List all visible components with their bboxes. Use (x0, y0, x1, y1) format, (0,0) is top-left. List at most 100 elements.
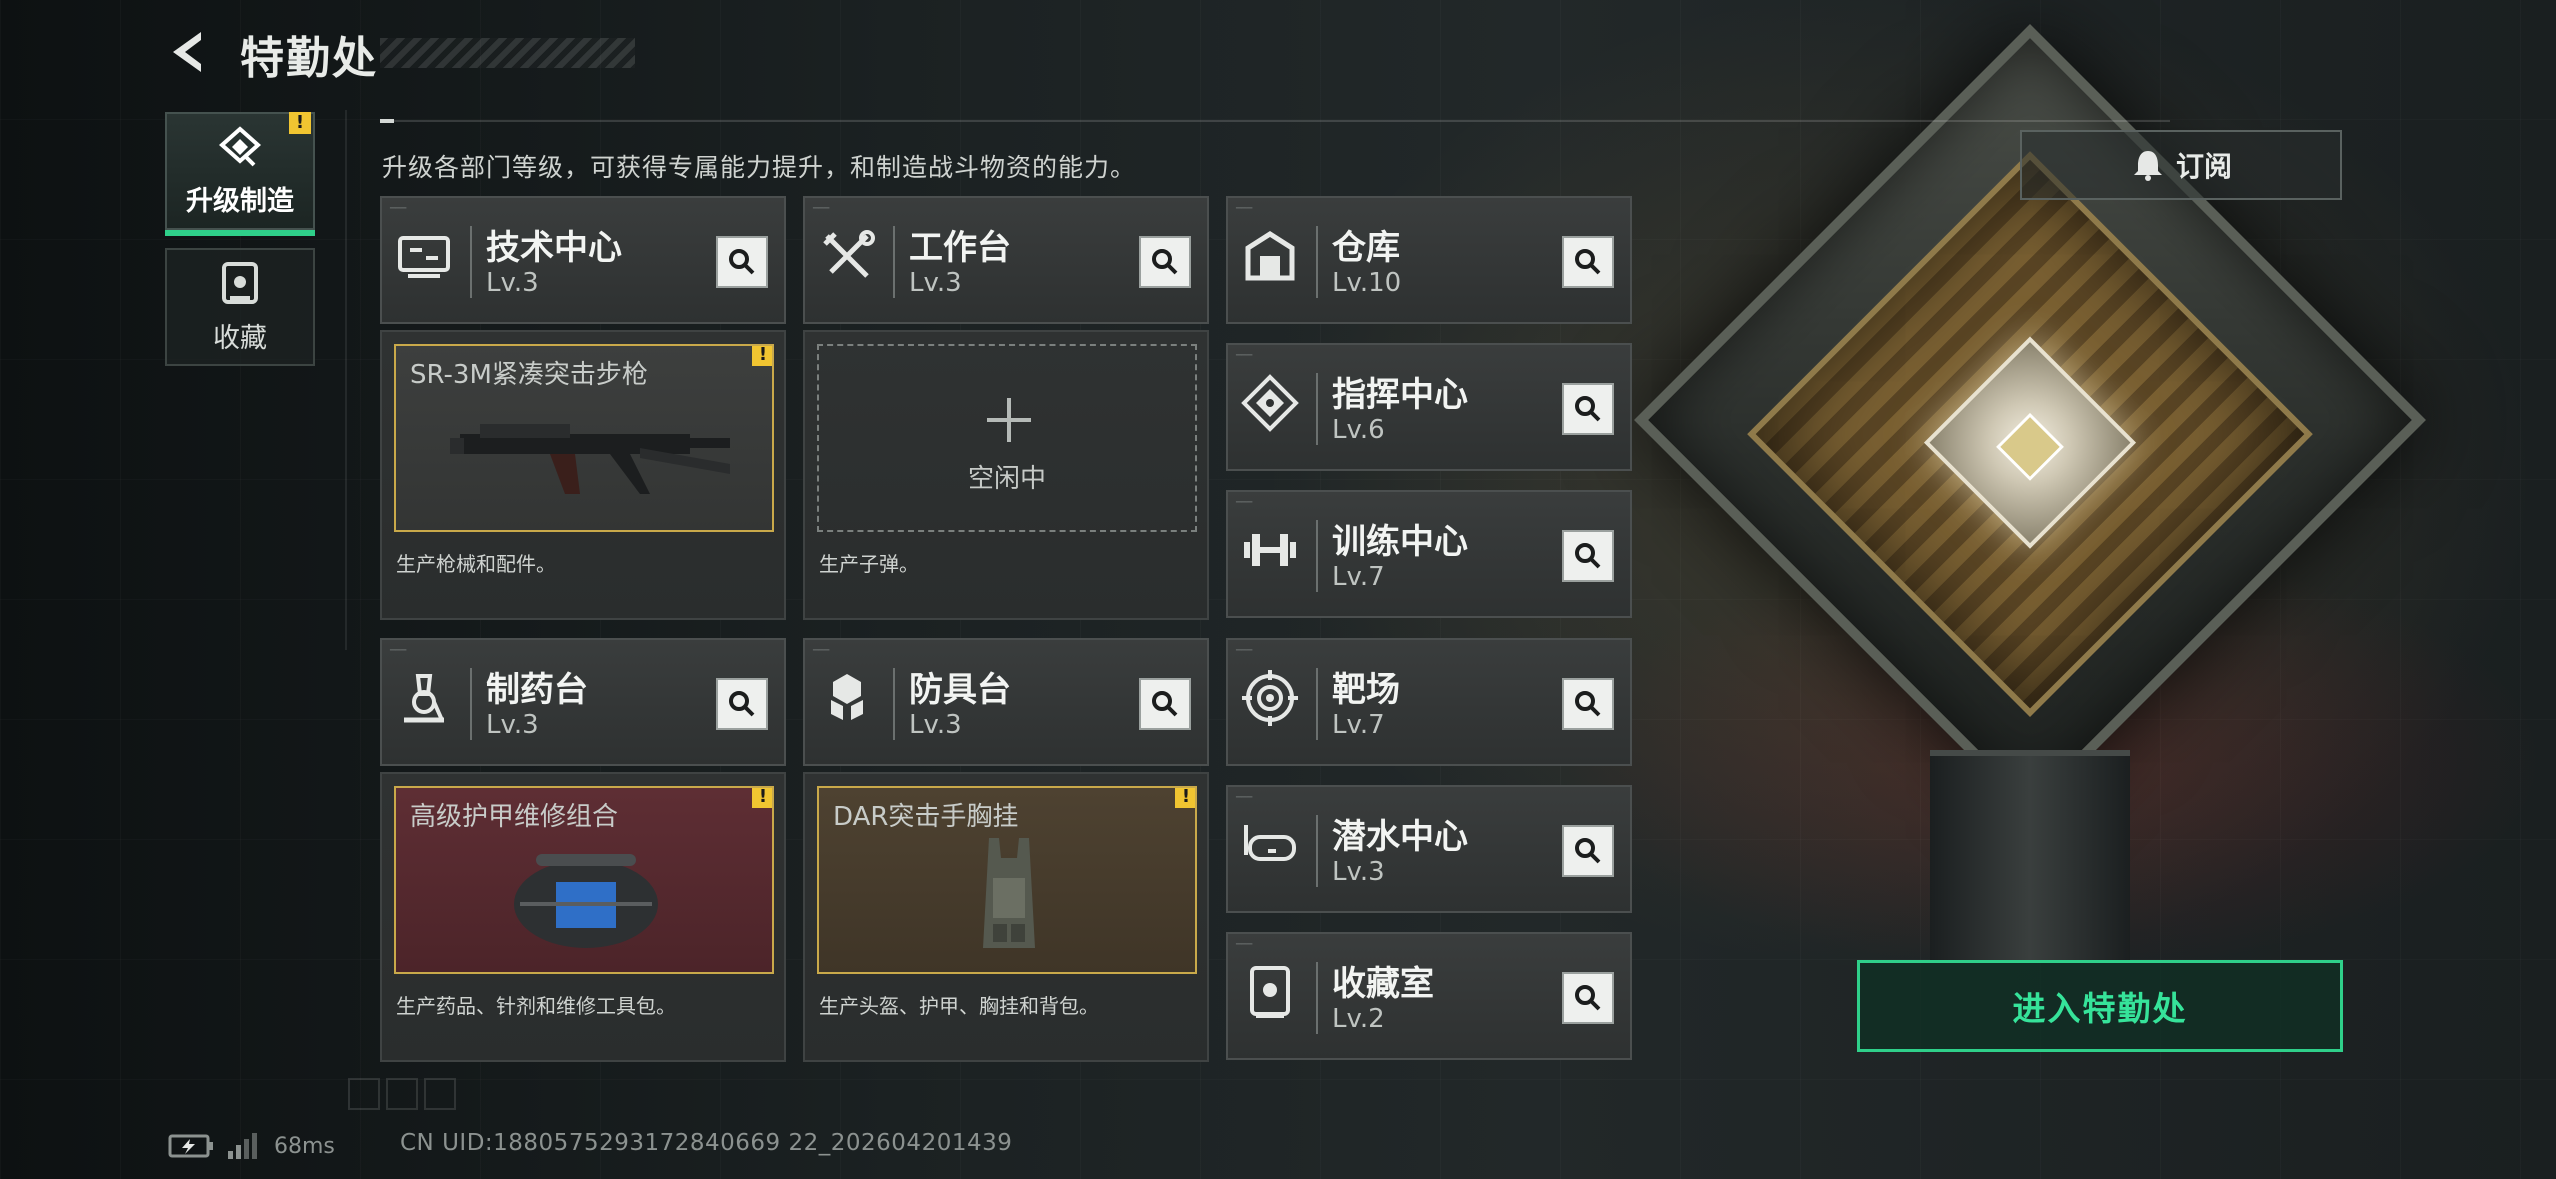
station-card-training-center[interactable]: ─── 训练中心 Lv.7 (1226, 490, 1632, 618)
title-decoration (380, 38, 635, 68)
collection-room-icon (1250, 966, 1290, 1018)
slot-item-name: 高级护甲维修组合 (410, 802, 619, 832)
search-icon (729, 249, 755, 275)
nav-item-upgrade-craft[interactable]: ! 升级制造 (165, 112, 315, 236)
station-name: 防具台 (909, 670, 1011, 710)
station-card-workbench[interactable]: ─── 工作台 Lv.3 (803, 196, 1209, 324)
magnifier-button[interactable] (1562, 972, 1614, 1024)
search-icon (1575, 838, 1601, 864)
subscribe-label: 订阅 (2175, 150, 2232, 183)
magnifier-button[interactable] (1139, 236, 1191, 288)
command-center-icon (1241, 374, 1299, 432)
page-description: 升级各部门等级，可获得专属能力提升，和制造战斗物资的能力。 (382, 153, 1137, 182)
production-slot-empty[interactable]: 空闲中 (817, 344, 1197, 532)
diving-center-icon (1244, 825, 1296, 861)
station-card-armor-bench[interactable]: ─── 防具台 Lv.3 (803, 638, 1209, 766)
warning-badge: ! (1175, 788, 1195, 808)
training-center-icon (1244, 534, 1296, 566)
production-description: 生产头盔、护甲、胸挂和背包。 (819, 994, 1099, 1018)
warning-badge: ! (752, 788, 772, 808)
station-name: 仓库 (1332, 228, 1400, 268)
signal-strength-icon (228, 1133, 257, 1159)
station-name: 技术中心 (486, 228, 622, 268)
user-uid: CN UID:1880575293172840669 22_2026042014… (400, 1130, 1013, 1156)
station-level: Lv.10 (1332, 268, 1402, 298)
warning-badge: ! (289, 112, 311, 134)
search-icon (1575, 691, 1601, 717)
production-description: 生产药品、针剂和维修工具包。 (396, 994, 676, 1018)
footer-decoration (348, 1078, 456, 1110)
search-icon (1152, 249, 1178, 275)
search-icon (1575, 249, 1601, 275)
production-slot[interactable]: 高级护甲维修组合 ! (394, 786, 774, 974)
slot-item-name: SR-3M紧凑突击步枪 (410, 360, 648, 390)
production-slot[interactable]: DAR突击手胸挂 ! (817, 786, 1197, 974)
nav-divider (345, 110, 347, 650)
search-icon (1575, 543, 1601, 569)
production-panel-workbench: 空闲中 生产子弹。 (803, 330, 1209, 620)
search-icon (729, 691, 755, 717)
search-icon (1575, 396, 1601, 422)
status-bar: 68ms (168, 1128, 335, 1164)
station-card-shooting-range[interactable]: ─── 靶场 Lv.7 (1226, 638, 1632, 766)
nav-item-label: 收藏 (213, 322, 267, 354)
back-arrow-icon[interactable] (165, 28, 213, 76)
station-name: 潜水中心 (1332, 817, 1468, 857)
station-card-command-center[interactable]: ─── 指挥中心 Lv.6 (1226, 343, 1632, 471)
warehouse-icon (1245, 231, 1295, 281)
battery-charging-icon (168, 1134, 213, 1158)
station-level: Lv.6 (1332, 415, 1385, 445)
station-level: Lv.3 (1332, 857, 1385, 887)
station-card-collection-room[interactable]: ─── 收藏室 Lv.2 (1226, 932, 1632, 1060)
production-slot[interactable]: SR-3M紧凑突击步枪 ! (394, 344, 774, 532)
station-name: 训练中心 (1332, 522, 1468, 562)
magnifier-button[interactable] (716, 678, 768, 730)
repair-kit-image (514, 854, 658, 948)
station-card-pharmacy[interactable]: ─── 制药台 Lv.3 (380, 638, 786, 766)
station-level: Lv.3 (909, 268, 962, 298)
magnifier-button[interactable] (1139, 678, 1191, 730)
station-level: Lv.2 (1332, 1004, 1385, 1034)
station-level: Lv.3 (486, 268, 539, 298)
station-name: 靶场 (1332, 670, 1400, 710)
production-description: 生产枪械和配件。 (396, 552, 556, 576)
idle-label: 空闲中 (967, 464, 1046, 494)
production-panel-armor-bench: DAR突击手胸挂 ! 生产头盔、护甲、胸挂和背包。 (803, 772, 1209, 1062)
nav-item-label: 升级制造 (186, 185, 294, 217)
bell-icon (2133, 151, 2162, 181)
station-level: Lv.7 (1332, 562, 1385, 592)
subscribe-button[interactable]: 订阅 (2020, 130, 2342, 200)
page-title: 特勤处 (240, 33, 378, 84)
station-card-tech-center[interactable]: ─── 技术中心 Lv.3 (380, 196, 786, 324)
production-panel-tech-center: SR-3M紧凑突击步枪 ! 生产枪械和配件。 (380, 330, 786, 620)
search-icon (1152, 691, 1178, 717)
magnifier-button[interactable] (1562, 383, 1614, 435)
magnifier-button[interactable] (1562, 236, 1614, 288)
header-divider (380, 119, 2170, 123)
search-icon (1575, 985, 1601, 1011)
ping-value: 68ms (274, 1133, 335, 1159)
production-panel-pharmacy: 高级护甲维修组合 ! 生产药品、针剂和维修工具包。 (380, 772, 786, 1062)
pharmacy-icon (404, 674, 444, 723)
magnifier-button[interactable] (1562, 678, 1614, 730)
collection-icon (222, 261, 258, 304)
station-card-diving-center[interactable]: ─── 潜水中心 Lv.3 (1226, 785, 1632, 913)
production-description: 生产子弹。 (819, 552, 919, 576)
nav-item-collection[interactable]: 收藏 (165, 248, 315, 366)
enter-special-ops-button[interactable]: 进入特勤处 (1857, 960, 2343, 1052)
upgrade-icon (218, 125, 262, 166)
rifle-image (450, 424, 730, 494)
station-card-warehouse[interactable]: ─── 仓库 Lv.10 (1226, 196, 1632, 324)
chest-rig-image (983, 838, 1035, 948)
enter-button-label: 进入特勤处 (2012, 989, 2188, 1028)
workbench-icon (823, 230, 875, 278)
station-level: Lv.3 (909, 710, 962, 740)
magnifier-button[interactable] (1562, 825, 1614, 877)
warning-badge: ! (752, 346, 772, 366)
tech-center-icon (398, 236, 450, 278)
station-name: 制药台 (486, 670, 588, 710)
armor-bench-icon (831, 674, 863, 720)
magnifier-button[interactable] (716, 236, 768, 288)
magnifier-button[interactable] (1562, 530, 1614, 582)
shooting-range-icon (1242, 670, 1298, 726)
